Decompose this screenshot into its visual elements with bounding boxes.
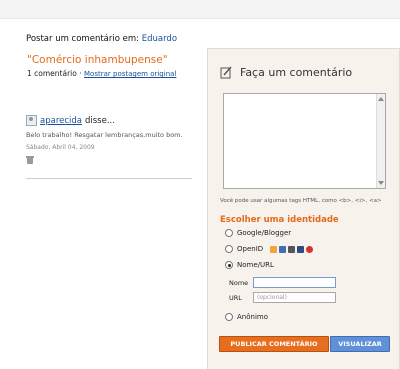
option-google-blogger[interactable]: Google/Blogger [225, 229, 291, 237]
post-comment-heading: Postar um comentário em: Eduardo [26, 34, 177, 44]
radio-name-url[interactable] [225, 261, 233, 269]
comment-text: Belo trabalho! Resgatar lembranças,muito… [26, 131, 183, 139]
option-label: OpenID [237, 245, 264, 253]
avatar-icon[interactable] [26, 115, 37, 126]
scroll-up-icon[interactable] [378, 97, 384, 101]
option-openid[interactable]: OpenID [225, 245, 314, 253]
show-original-post-link[interactable]: Mostrar postagem original [84, 70, 176, 78]
name-field-label: Nome [229, 279, 249, 287]
typepad-icon[interactable] [297, 245, 305, 253]
comment-said: disse... [85, 115, 115, 126]
option-anonymous[interactable]: Anônimo [225, 313, 268, 321]
textarea-scrollbar[interactable] [376, 94, 385, 188]
radio-anonymous[interactable] [225, 313, 233, 321]
postar-label: Postar um comentário em: [26, 34, 140, 44]
livejournal-icon[interactable] [279, 245, 287, 253]
post-title: "Comércio inhambupense" [27, 54, 168, 66]
openid-provider-icon[interactable] [270, 245, 278, 253]
delete-comment-icon[interactable] [26, 156, 34, 164]
post-meta: 1 comentário · Mostrar postagem original [27, 69, 176, 78]
option-label: Google/Blogger [237, 229, 292, 237]
url-field-label: URL [229, 294, 242, 302]
comment-item: aparecida disse... Belo trabalho! Resgat… [26, 115, 192, 164]
blog-name-link[interactable]: Eduardo [142, 34, 177, 44]
aim-icon[interactable] [306, 245, 314, 253]
top-bar [0, 0, 400, 19]
comment-header: aparecida disse... [26, 115, 192, 126]
wordpress-icon[interactable] [288, 245, 296, 253]
pencil-icon [220, 66, 233, 79]
html-tags-hint: Você pode usar algumas tags HTML, como <… [220, 198, 382, 204]
scroll-down-icon[interactable] [378, 181, 384, 185]
comment-author-link[interactable]: aparecida [40, 116, 82, 126]
comment-count: 1 comentário [27, 69, 77, 78]
option-label: Nome/URL [237, 261, 274, 269]
comment-date[interactable]: Sábado, Abril 04, 2009 [26, 144, 192, 151]
radio-google-blogger[interactable] [225, 229, 233, 237]
comment-divider [26, 178, 192, 179]
publish-comment-button[interactable]: PUBLICAR COMENTÁRIO [219, 336, 329, 352]
option-label: Anônimo [237, 313, 268, 321]
option-name-url[interactable]: Nome/URL [225, 261, 274, 269]
openid-providers [270, 245, 314, 253]
meta-separator: · [79, 69, 82, 78]
form-title-text: Faça um comentário [240, 66, 353, 79]
preview-button[interactable]: VISUALIZAR [330, 336, 390, 352]
form-title: Faça um comentário [220, 66, 352, 79]
url-input[interactable]: (opcional) [253, 292, 336, 303]
name-input[interactable] [253, 277, 336, 288]
comment-form-panel: Faça um comentário Você pode usar alguma… [207, 48, 400, 369]
radio-openid[interactable] [225, 245, 233, 253]
comment-textarea[interactable] [223, 93, 386, 189]
identity-title: Escolher uma identidade [220, 215, 339, 225]
